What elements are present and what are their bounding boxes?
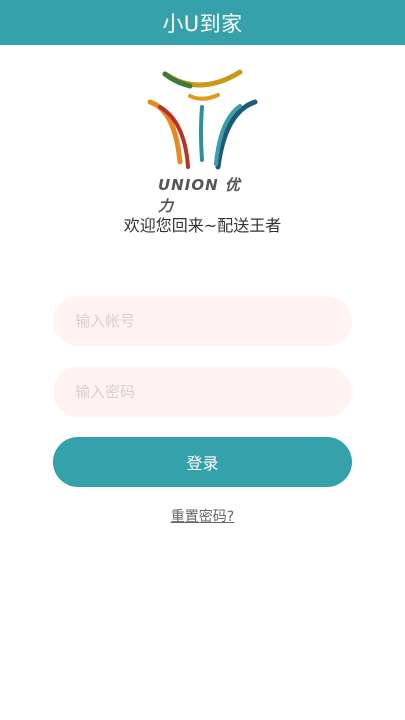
password-field[interactable] (53, 367, 352, 417)
reset-password-row: 重置密码? (0, 506, 405, 526)
account-field[interactable] (53, 296, 352, 346)
account-input[interactable] (73, 311, 352, 331)
reset-password-link[interactable]: 重置密码? (171, 509, 234, 525)
welcome-message: 欢迎您回来~配送王者 (123, 216, 282, 235)
logo-wordmark: UNION 优力 (158, 176, 241, 215)
app-header: 小U到家 (0, 0, 405, 45)
login-button[interactable]: 登录 (53, 437, 352, 487)
page-title: 小U到家 (162, 11, 243, 36)
password-input[interactable] (73, 382, 352, 402)
union-youli-logo: UNION 优力 (140, 62, 265, 215)
